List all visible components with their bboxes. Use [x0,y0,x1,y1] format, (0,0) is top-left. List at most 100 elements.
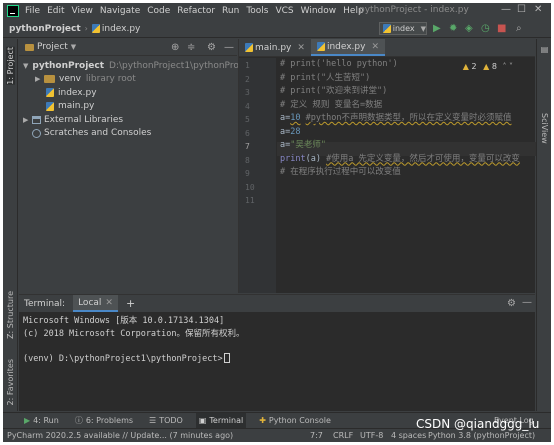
debug-icon[interactable]: ✹ [449,23,457,34]
line-number: 9 [245,169,250,178]
tab-main-py[interactable]: main.py ✕ [239,39,311,56]
favorites-tool-tab[interactable]: 2: Favorites [6,359,15,405]
line-number: 7 [245,142,250,151]
library-icon [32,115,41,124]
profile-icon[interactable]: ◷ [481,23,490,34]
todo-tool-label: TODO [159,415,183,425]
tree-item-main-py[interactable]: main.py [19,100,237,114]
chevron-down-icon[interactable]: ˅ [509,62,513,71]
code-line-1: # print('hello python') [280,59,398,69]
gear-icon[interactable]: ⚙ [507,298,516,309]
chevron-down-icon[interactable]: ▼ [23,62,28,70]
tree-item-venv[interactable]: ▶ venv library root [19,73,237,87]
todo-tool-button[interactable]: ☰ TODO [146,413,186,428]
line-number: 4 [245,101,250,111]
locate-icon[interactable]: ⊕ [171,42,179,53]
search-icon[interactable]: ⌕ [516,23,522,34]
weak-warning-icon: ▲ [483,62,490,71]
python-interpreter[interactable]: Python 3.8 (pythonProject) [428,431,535,440]
python-file-icon [46,88,54,98]
hide-panel-icon[interactable]: — [224,42,234,53]
code-line-5: a=10 #python不声明数据类型，所以在定义变量时必须赋值 [280,112,511,126]
menu-navigate[interactable]: Navigate [100,6,140,16]
project-panel-header: Project ▼ ⊕ ≑ ⚙ — [19,39,237,56]
scratches-label: Scratches and Consoles [44,128,152,139]
indent-setting[interactable]: 4 spaces [391,431,426,440]
breadcrumb-project[interactable]: pythonProject [9,24,81,34]
gear-icon[interactable]: ⚙ [207,42,216,53]
code-token: 10 [290,113,301,123]
chevron-right-icon[interactable]: ▶ [35,75,44,83]
sciview-tool-tab[interactable]: SciView [540,113,549,144]
terminal-output[interactable]: Microsoft Windows [版本 10.0.17134.1304] (… [19,312,535,368]
run-tool-button[interactable]: ▶ 4: Run [21,413,62,428]
chevron-right-icon[interactable]: ▶ [23,116,32,124]
line-separator[interactable]: CRLF [333,431,353,440]
terminal-tab-label: Local [78,297,102,308]
minimize-icon[interactable]: — [501,4,511,15]
run-config-select[interactable]: index ▼ [379,22,427,35]
code-line-3: # print("欢迎来到讲堂") [280,86,388,96]
breadcrumb-file[interactable]: index.py [102,24,141,34]
run-icon: ▶ [24,415,31,425]
stop-icon[interactable]: ■ [497,23,506,34]
line-number-gutter: 1 2 3 4 5 6 7 8 9 10 11 [239,58,276,293]
tree-item-root[interactable]: ▼ pythonProject D:\pythonProject1\python… [19,59,255,73]
menu-file[interactable]: File [25,6,40,16]
menu-code[interactable]: Code [147,6,170,16]
python-console-tool-label: Python Console [268,415,331,425]
tab-label: main.py [255,42,292,53]
python-file-icon [46,101,54,111]
menu-window[interactable]: Window [301,6,337,16]
database-tool-tab[interactable]: ▤ [540,45,549,54]
close-icon[interactable]: ✕ [105,298,113,308]
project-panel-title[interactable]: Project [37,42,68,52]
file-name: index.py [58,87,97,98]
close-icon[interactable]: ✕ [371,42,379,52]
new-terminal-icon[interactable]: + [126,297,135,310]
structure-tool-tab[interactable]: Z: Structure [6,291,15,339]
line-number: 8 [245,155,250,165]
tree-item-external-libraries[interactable]: ▶ External Libraries [19,113,237,127]
hide-panel-icon[interactable]: — [522,297,532,308]
code-area[interactable]: # print('hello python') # print("人生苦短") … [277,58,536,293]
collapse-all-icon[interactable]: ≑ [187,42,195,53]
caret-position[interactable]: 7:7 [310,431,323,440]
line-number: 11 [245,196,255,205]
menu-edit[interactable]: Edit [47,6,64,16]
tab-index-py[interactable]: index.py ✕ [310,39,386,56]
menu-run[interactable]: Run [222,6,239,16]
file-encoding[interactable]: UTF-8 [360,431,383,440]
chevron-down-icon[interactable]: ▼ [71,43,76,51]
tree-item-scratches[interactable]: Scratches and Consoles [19,127,237,141]
menu-refactor[interactable]: Refactor [177,6,215,16]
right-tool-stripe: ▤ SciView [536,39,551,411]
left-tool-stripe: 1: Project Z: Structure 2: Favorites [3,39,18,411]
menu-vcs[interactable]: VCS [275,6,293,16]
code-token: 28 [290,126,301,137]
code-line-4: # 定义 规则 变量名=数据 [280,99,383,110]
python-console-tool-button[interactable]: ✚ Python Console [256,413,334,428]
menu-tools[interactable]: Tools [246,6,268,16]
line-number: 3 [245,88,250,97]
run-icon[interactable]: ▶ [433,23,441,34]
terminal-tool-button[interactable]: ▣ Terminal [195,412,247,428]
folder-icon [44,75,55,84]
close-window-icon[interactable]: ✕ [534,4,542,15]
menu-view[interactable]: View [72,6,93,16]
problems-tool-button[interactable]: ⓘ 6: Problems [72,413,136,428]
chevron-up-icon[interactable]: ˄ [502,62,506,71]
terminal-title: Terminal: [24,298,66,309]
status-message[interactable]: PyCharm 2020.2.5 available // Update... … [7,431,233,440]
code-token: print [280,153,306,164]
tree-item-index-py[interactable]: index.py [19,86,237,100]
coverage-icon[interactable]: ◈ [465,23,473,34]
warning-icon: ▲ [462,62,469,71]
close-icon[interactable]: ✕ [297,43,305,53]
code-editor: main.py ✕ index.py ✕ 1 2 3 4 5 6 7 8 9 1… [238,39,536,293]
terminal-prompt-line: (venv) D:\pythonProject1\pythonProject> [23,352,531,366]
project-tool-tab[interactable]: 1: Project [6,47,15,85]
maximize-icon[interactable]: ☐ [517,4,526,15]
terminal-tab-local[interactable]: Local ✕ [73,295,118,312]
inspection-widget[interactable]: ▲ 2 ▲ 8 ˄ ˅ [463,62,513,71]
